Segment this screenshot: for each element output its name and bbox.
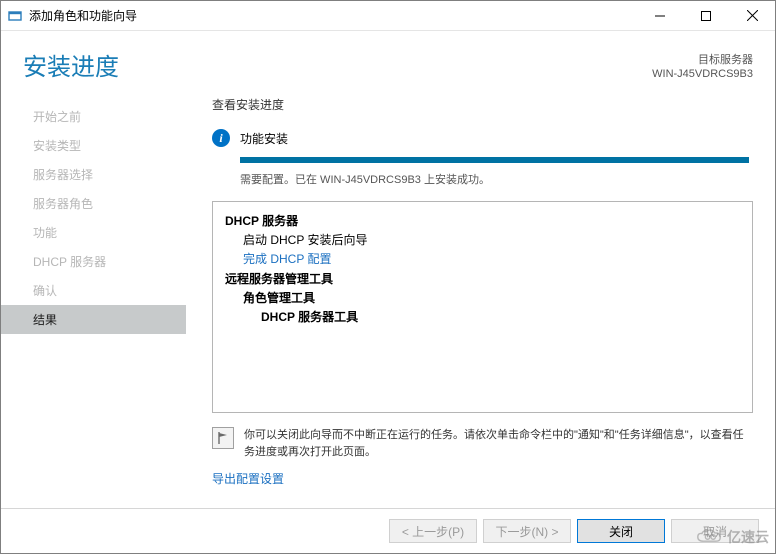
nav-server-roles: 服务器角色 xyxy=(1,189,186,218)
result-dhcp-server-tools: DHCP 服务器工具 xyxy=(225,308,740,327)
result-role-admin-tools: 角色管理工具 xyxy=(225,289,740,308)
maximize-button[interactable] xyxy=(683,1,729,31)
results-box: DHCP 服务器 启动 DHCP 安装后向导 完成 DHCP 配置 远程服务器管… xyxy=(212,201,753,413)
complete-dhcp-config-link[interactable]: 完成 DHCP 配置 xyxy=(225,250,740,269)
header: 安装进度 目标服务器 WIN-J45VDRCS9B3 xyxy=(1,31,775,82)
flag-icon xyxy=(212,427,234,449)
info-icon: i xyxy=(212,129,230,147)
status-text: 功能安装 xyxy=(240,130,288,147)
export-config-link[interactable]: 导出配置设置 xyxy=(212,470,753,487)
app-icon xyxy=(7,8,23,24)
close-button[interactable] xyxy=(729,1,775,31)
result-rsat-title: 远程服务器管理工具 xyxy=(225,270,740,289)
window-title: 添加角色和功能向导 xyxy=(29,7,637,24)
footer: < 上一步(P) 下一步(N) > 关闭 取消 xyxy=(1,508,775,553)
section-label: 查看安装进度 xyxy=(212,96,753,113)
note-row: 你可以关闭此向导而不中断正在运行的任务。请依次单击命令栏中的"通知"和"任务详细… xyxy=(212,427,753,460)
nav-install-type: 安装类型 xyxy=(1,131,186,160)
target-server-label: 目标服务器 xyxy=(652,53,753,67)
result-dhcp-title: DHCP 服务器 xyxy=(225,212,740,231)
nav-dhcp-server: DHCP 服务器 xyxy=(1,247,186,276)
target-server-value: WIN-J45VDRCS9B3 xyxy=(652,67,753,81)
target-server-block: 目标服务器 WIN-J45VDRCS9B3 xyxy=(652,53,753,82)
main-panel: 查看安装进度 i 功能安装 需要配置。已在 WIN-J45VDRCS9B3 上安… xyxy=(186,96,775,508)
wizard-window: 添加角色和功能向导 安装进度 目标服务器 WIN-J45VDRCS9B3 开始之… xyxy=(0,0,776,554)
close-wizard-button[interactable]: 关闭 xyxy=(577,519,665,543)
next-button: 下一步(N) > xyxy=(483,519,571,543)
nav-sidebar: 开始之前 安装类型 服务器选择 服务器角色 功能 DHCP 服务器 确认 结果 xyxy=(1,96,186,508)
nav-server-select: 服务器选择 xyxy=(1,160,186,189)
result-dhcp-sub: 启动 DHCP 安装后向导 xyxy=(225,231,740,250)
progress-fill xyxy=(240,157,749,163)
minimize-button[interactable] xyxy=(637,1,683,31)
nav-before-begin: 开始之前 xyxy=(1,102,186,131)
body: 开始之前 安装类型 服务器选择 服务器角色 功能 DHCP 服务器 确认 结果 … xyxy=(1,82,775,508)
progress-bar xyxy=(240,157,749,163)
cancel-button: 取消 xyxy=(671,519,759,543)
prev-button: < 上一步(P) xyxy=(389,519,477,543)
progress-message: 需要配置。已在 WIN-J45VDRCS9B3 上安装成功。 xyxy=(240,171,753,187)
nav-features: 功能 xyxy=(1,218,186,247)
note-text: 你可以关闭此向导而不中断正在运行的任务。请依次单击命令栏中的"通知"和"任务详细… xyxy=(244,427,753,460)
nav-results[interactable]: 结果 xyxy=(1,305,186,334)
page-title: 安装进度 xyxy=(23,47,119,82)
nav-confirm: 确认 xyxy=(1,276,186,305)
status-row: i 功能安装 xyxy=(212,129,753,147)
titlebar: 添加角色和功能向导 xyxy=(1,1,775,31)
window-controls xyxy=(637,1,775,31)
